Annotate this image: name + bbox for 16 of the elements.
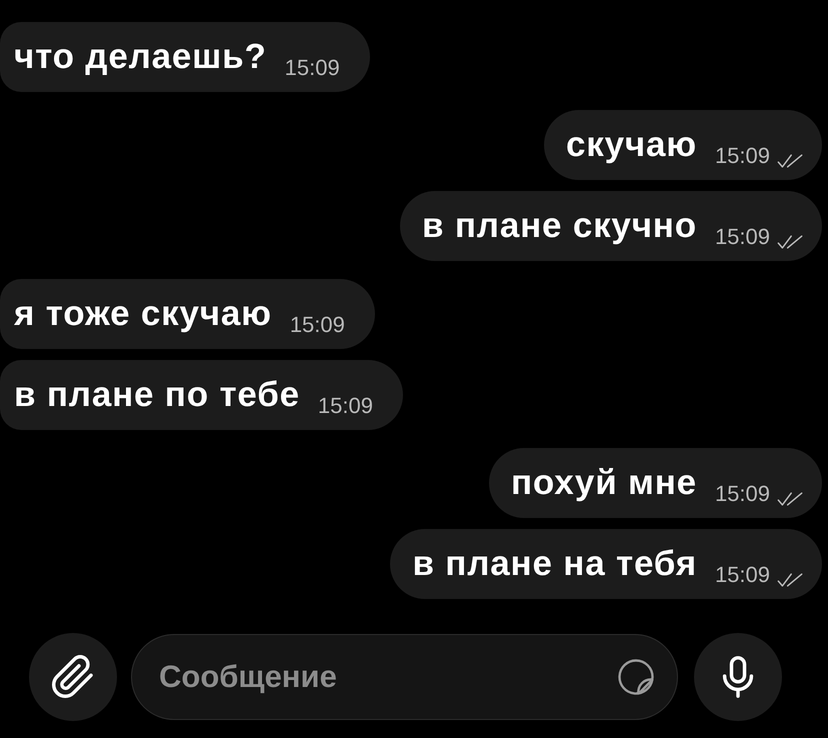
- message-text: я тоже скучаю: [14, 295, 272, 333]
- message-text: в плане на тебя: [412, 545, 697, 583]
- message-text: в плане по тебе: [14, 376, 300, 414]
- message-time: 15:09: [714, 564, 770, 586]
- message-time: 15:09: [714, 145, 770, 167]
- message-text: в плане скучно: [422, 207, 697, 245]
- paperclip-icon: [50, 654, 96, 700]
- message-time: 15:09: [290, 314, 345, 336]
- message-time: 15:09: [284, 57, 340, 79]
- message-text: скучаю: [566, 126, 697, 164]
- message-time: 15:09: [318, 395, 373, 417]
- message-time: 15:09: [714, 226, 770, 248]
- message-text: что делаешь?: [14, 38, 267, 76]
- message-text: похуй мне: [510, 464, 697, 502]
- message-time: 15:09: [714, 483, 770, 505]
- message-input[interactable]: Сообщение: [131, 634, 678, 720]
